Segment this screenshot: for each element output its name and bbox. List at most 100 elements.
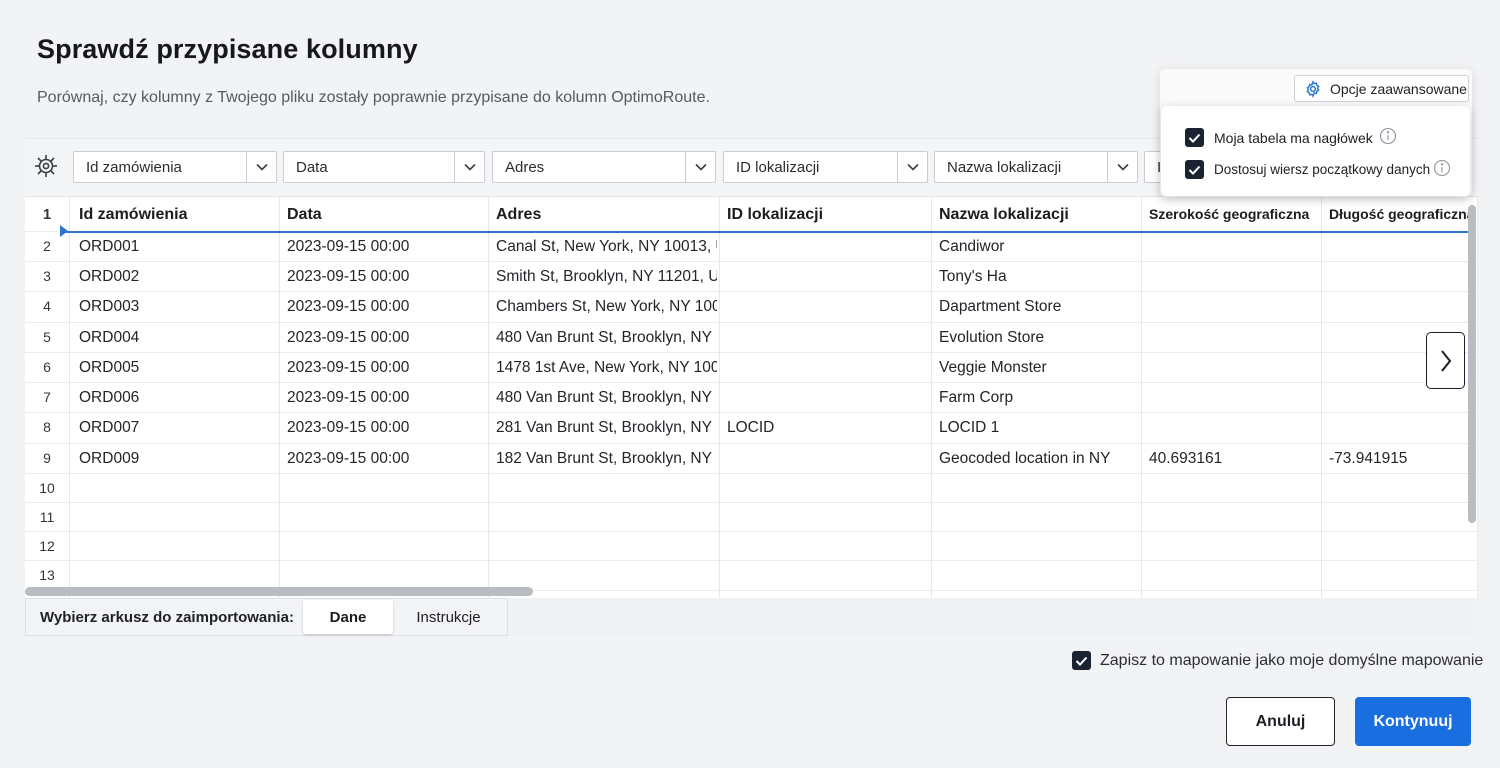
- table-cell[interactable]: 480 Van Brunt St, Brooklyn, NY 1: [496, 329, 717, 347]
- row-number: 12: [39, 538, 55, 554]
- table-cell[interactable]: ORD007: [79, 419, 279, 437]
- column-mapping-select[interactable]: ID lokalizacji: [723, 151, 928, 183]
- select-value: Adres: [505, 158, 545, 176]
- table-cell[interactable]: -73.941915: [1329, 450, 1478, 468]
- sheet-tab-dane[interactable]: Dane: [303, 600, 393, 634]
- cancel-button[interactable]: Anuluj: [1226, 697, 1335, 746]
- chevron-right-icon: [1440, 349, 1451, 372]
- info-icon[interactable]: [1379, 127, 1397, 148]
- table-cell[interactable]: ORD005: [79, 359, 279, 377]
- table-cell[interactable]: Chambers St, New York, NY 1000: [496, 298, 717, 316]
- option-adjust-start-row[interactable]: Dostosuj wiersz początkowy danych: [1185, 159, 1451, 180]
- advanced-options-panel: Moja tabela ma nagłówek Dostosuj wiersz …: [1161, 106, 1470, 196]
- save-default-mapping[interactable]: Zapisz to mapowanie jako moje domyślne m…: [1072, 651, 1483, 670]
- target-icon[interactable]: [33, 153, 59, 184]
- table-cell[interactable]: ORD001: [79, 238, 279, 256]
- table-cell[interactable]: Candiwor: [939, 238, 1139, 256]
- row-number: 8: [43, 419, 51, 435]
- row-number: 11: [39, 509, 55, 525]
- table-row: 7 ORD006 2023-09-15 00:00 480 Van Brunt St,…: [25, 383, 1478, 413]
- table-cell[interactable]: Farm Corp: [939, 389, 1139, 407]
- row-number: 4: [43, 298, 51, 314]
- page-title: Sprawdź przypisane kolumny: [37, 34, 418, 64]
- page-subtitle: Porównaj, czy kolumny z Twojego pliku zo…: [37, 89, 710, 106]
- column-header: Nazwa lokalizacji: [939, 206, 1069, 223]
- table-header-row: 1 Id zamówienia Data Adres ID lokalizacji Naz…: [25, 197, 1478, 232]
- select-value: Nazwa lokalizacji: [947, 158, 1062, 176]
- grid-line: [1321, 197, 1322, 598]
- row-number: 6: [43, 359, 51, 375]
- table-cell[interactable]: 1478 1st Ave, New York, NY 1007: [496, 359, 717, 377]
- continue-button[interactable]: Kontynuuj: [1355, 697, 1471, 746]
- save-default-checkbox[interactable]: [1072, 651, 1091, 670]
- gear-icon: [1306, 79, 1320, 98]
- table-cell[interactable]: ORD009: [79, 450, 279, 468]
- column-mapping-select[interactable]: Id zamówienia: [73, 151, 277, 183]
- column-header: ID lokalizacji: [727, 206, 824, 223]
- advanced-options-button[interactable]: Opcje zaawansowane: [1294, 75, 1469, 102]
- table-cell[interactable]: Dapartment Store: [939, 298, 1139, 316]
- grid-line: [279, 197, 280, 598]
- info-icon[interactable]: [1433, 159, 1451, 180]
- horizontal-scrollbar[interactable]: [25, 587, 533, 596]
- table-cell[interactable]: 2023-09-15 00:00: [287, 419, 486, 437]
- select-value: Id zamówienia: [86, 158, 182, 176]
- sheet-tab-instrukcje[interactable]: Instrukcje: [396, 600, 501, 634]
- scroll-right-button[interactable]: [1426, 332, 1465, 389]
- table-cell[interactable]: Tony's Ha: [939, 268, 1139, 286]
- table-cell[interactable]: ORD002: [79, 268, 279, 286]
- table-cell[interactable]: 2023-09-15 00:00: [287, 389, 486, 407]
- adjust-start-row-checkbox[interactable]: [1185, 160, 1204, 179]
- table-cell[interactable]: 2023-09-15 00:00: [287, 359, 486, 377]
- table-cell[interactable]: 480 Van Brunt St, Brooklyn, NY 1: [496, 389, 717, 407]
- vertical-scrollbar[interactable]: [1468, 205, 1476, 523]
- chevron-down-icon: [454, 152, 484, 182]
- column-mapping-select[interactable]: Nazwa lokalizacji: [934, 151, 1138, 183]
- chevron-down-icon: [897, 152, 927, 182]
- table-row: 6 ORD005 2023-09-15 00:00 1478 1st Ave, New…: [25, 353, 1478, 383]
- table-cell[interactable]: ORD004: [79, 329, 279, 347]
- adjust-start-row-label: Dostosuj wiersz początkowy danych: [1214, 162, 1431, 177]
- table-cell[interactable]: Canal St, New York, NY 10013, U: [496, 238, 717, 256]
- table-cell[interactable]: LOCID: [727, 419, 929, 437]
- table-cell[interactable]: Evolution Store: [939, 329, 1139, 347]
- table-cell[interactable]: Smith St, Brooklyn, NY 11201, US: [496, 268, 717, 286]
- column-header: Data: [287, 206, 322, 223]
- table-cell[interactable]: Veggie Monster: [939, 359, 1139, 377]
- table-cell[interactable]: LOCID 1: [939, 419, 1139, 437]
- table-cell[interactable]: Geocoded location in NY: [939, 450, 1139, 468]
- table-cell[interactable]: 281 Van Brunt St, Brooklyn, NY 1: [496, 419, 717, 437]
- column-mapping-select[interactable]: Adres: [492, 151, 716, 183]
- has-header-checkbox[interactable]: [1185, 128, 1204, 147]
- column-mapping-select[interactable]: Data: [283, 151, 485, 183]
- header-row-handle[interactable]: [60, 225, 68, 237]
- sheet-selector: Wybierz arkusz do zaimportowania: Dane I…: [25, 598, 508, 636]
- table-cell[interactable]: 182 Van Brunt St, Brooklyn, NY 1: [496, 450, 717, 468]
- row-number: 10: [39, 480, 55, 496]
- table-cell[interactable]: ORD006: [79, 389, 279, 407]
- chevron-down-icon: [685, 152, 715, 182]
- row-number: 1: [42, 206, 52, 223]
- table-cell[interactable]: ORD003: [79, 298, 279, 316]
- row-number: 13: [39, 567, 55, 583]
- chevron-down-icon: [246, 152, 276, 182]
- row-number: 9: [43, 450, 51, 466]
- table-cell[interactable]: 2023-09-15 00:00: [287, 329, 486, 347]
- chevron-down-icon: [1107, 152, 1137, 182]
- column-header: Adres: [496, 206, 542, 223]
- table-cell[interactable]: 2023-09-15 00:00: [287, 450, 486, 468]
- row-number: 2: [43, 238, 51, 254]
- table-row: 4 ORD003 2023-09-15 00:00 Chambers St, New …: [25, 292, 1478, 323]
- option-has-header[interactable]: Moja tabela ma nagłówek: [1185, 127, 1397, 148]
- table-cell[interactable]: 2023-09-15 00:00: [287, 238, 486, 256]
- table-row: 5 ORD004 2023-09-15 00:00 480 Van Brunt St,…: [25, 323, 1478, 353]
- grid-line: [1477, 197, 1478, 598]
- table-row: 11: [25, 503, 1478, 532]
- table-cell[interactable]: 2023-09-15 00:00: [287, 298, 486, 316]
- table-row: 9 ORD009 2023-09-15 00:00 182 Van Brunt St,…: [25, 444, 1478, 474]
- table-cell[interactable]: 40.693161: [1149, 450, 1319, 468]
- table-cell[interactable]: 2023-09-15 00:00: [287, 268, 486, 286]
- table-row: 3 ORD002 2023-09-15 00:00 Smith St, Brookly…: [25, 262, 1478, 292]
- row-number: 7: [43, 389, 51, 405]
- row-number: 5: [43, 329, 51, 345]
